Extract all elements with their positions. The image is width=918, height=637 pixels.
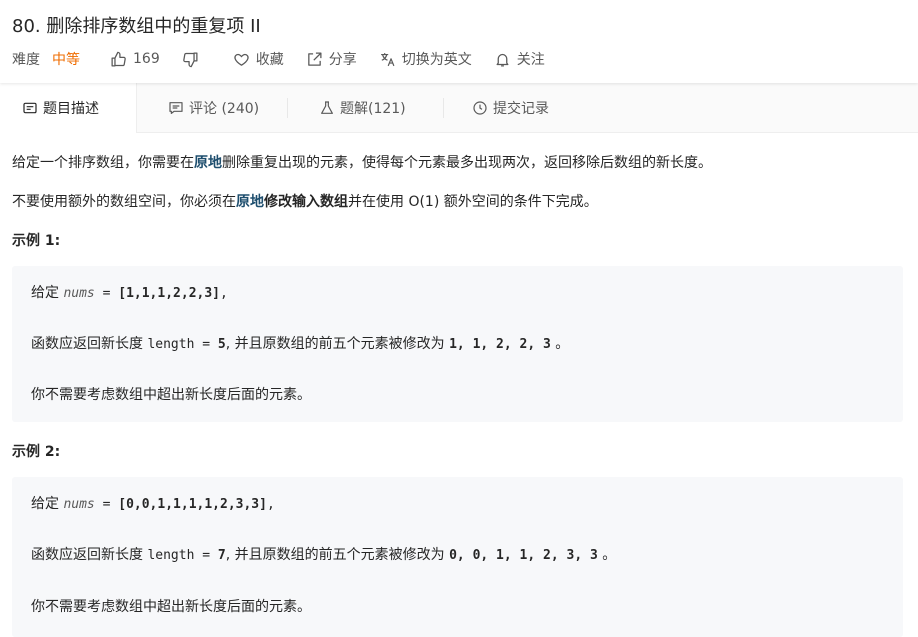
bold-modify-input: 修改输入数组 xyxy=(264,194,348,210)
text: = xyxy=(194,337,218,352)
tab-description-label: 题目描述 xyxy=(43,101,99,117)
modified-values: 0, 0, 1, 1, 2, 3, 3 xyxy=(449,548,598,563)
tab-submissions-label: 提交记录 xyxy=(493,100,549,117)
follow-label: 关注 xyxy=(516,52,545,68)
text: 不要使用额外的数组空间，你必须在 xyxy=(12,194,236,210)
like-count: 169 xyxy=(133,51,160,67)
length-value: 7 xyxy=(217,548,226,563)
text: 。 xyxy=(550,336,570,352)
example-2-line-note: 你不需要考虑数组中超出新长度后面的元素。 xyxy=(31,599,311,615)
example-1-title: 示例 1: xyxy=(12,233,61,249)
text: 删除重复出现的元素，使得每个元素最多出现两次，返回移除后数组的新长度。 xyxy=(222,155,712,171)
share-button[interactable]: 分享 xyxy=(306,49,357,69)
follow-button[interactable]: 关注 xyxy=(494,49,545,69)
example-1-code-block: 给定 nums = [1,1,1,2,2,3], 函数应返回新长度 length… xyxy=(12,266,903,422)
share-icon xyxy=(307,51,322,66)
heart-icon xyxy=(234,53,249,66)
text: 给定 xyxy=(31,285,64,301)
example-2-line-input: 给定 nums = [0,0,1,1,1,1,2,3,3], xyxy=(31,493,275,513)
variable-nums: nums xyxy=(63,497,95,512)
input-array: [0,0,1,1,1,1,2,3,3] xyxy=(118,497,267,512)
comment-icon xyxy=(169,101,183,114)
text: , 并且原数组的前五个元素被修改为 xyxy=(225,336,450,352)
example-1-line-input: 给定 nums = [1,1,1,2,2,3], xyxy=(31,282,228,302)
text: = xyxy=(94,497,119,512)
description-paragraph-1: 给定一个排序数组，你需要在原地删除重复出现的元素，使得每个元素最多出现两次，返回… xyxy=(12,152,712,172)
share-label: 分享 xyxy=(328,52,357,68)
difficulty-value: 中等 xyxy=(52,52,80,68)
tab-divider xyxy=(287,98,288,118)
example-2-line-output: 函数应返回新长度 length = 7, 并且原数组的前五个元素被修改为 0, … xyxy=(31,544,616,564)
problem-title: 80. 删除排序数组中的重复项 II xyxy=(12,16,261,37)
description-icon xyxy=(23,102,37,114)
highlight-in-place: 原地 xyxy=(194,155,222,171)
text: 。 xyxy=(597,547,617,563)
length-value: 5 xyxy=(217,337,226,352)
input-array: [1,1,1,2,2,3] xyxy=(118,286,220,301)
problem-tabs: 题目描述 评论 (240) 题解(121) 提交记录 xyxy=(0,83,918,133)
text: , xyxy=(266,497,275,512)
tab-comments-label: 评论 (240) xyxy=(189,100,260,117)
modified-values: 1, 1, 2, 2, 3 xyxy=(449,337,551,352)
example-2-code-block: 给定 nums = [0,0,1,1,1,1,2,3,3], 函数应返回新长度 … xyxy=(12,477,903,637)
tab-solutions-label: 题解(121) xyxy=(340,100,406,117)
variable-nums: nums xyxy=(63,286,95,301)
tab-submissions[interactable]: 提交记录 xyxy=(460,83,561,132)
translate-icon xyxy=(380,52,395,66)
problem-header: 80. 删除排序数组中的重复项 II 难度 中等 169 收藏 分享 切换为英文… xyxy=(0,0,918,83)
description-paragraph-2: 不要使用额外的数组空间，你必须在原地修改输入数组并在使用 O(1) 额外空间的条… xyxy=(12,191,598,211)
example-2-title: 示例 2: xyxy=(12,444,61,460)
difficulty-label: 难度 xyxy=(12,52,40,68)
like-button[interactable]: 169 xyxy=(110,51,160,68)
text: = xyxy=(194,548,218,563)
tab-divider xyxy=(443,98,444,118)
text: 函数应返回新长度 xyxy=(31,547,148,563)
text: 给定一个排序数组，你需要在 xyxy=(12,155,194,171)
switch-language-label: 切换为英文 xyxy=(401,52,472,68)
tab-description[interactable]: 题目描述 xyxy=(0,83,137,133)
text: 给定 xyxy=(31,496,64,512)
variable-length: length xyxy=(147,548,195,563)
example-1-line-output: 函数应返回新长度 length = 5, 并且原数组的前五个元素被修改为 1, … xyxy=(31,333,569,353)
highlight-in-place: 原地 xyxy=(236,194,264,210)
switch-language-button[interactable]: 切换为英文 xyxy=(379,49,472,69)
text: 函数应返回新长度 xyxy=(31,336,148,352)
example-1-line-note: 你不需要考虑数组中超出新长度后面的元素。 xyxy=(31,387,311,403)
flask-icon xyxy=(321,100,333,114)
thumbs-down-icon xyxy=(182,51,198,67)
text: 并在使用 O(1) 额外空间的条件下完成。 xyxy=(348,194,598,210)
clock-icon xyxy=(473,100,487,115)
favorite-button[interactable]: 收藏 xyxy=(233,49,284,69)
bell-icon xyxy=(496,53,509,67)
dislike-button[interactable] xyxy=(182,51,199,68)
favorite-label: 收藏 xyxy=(255,52,284,68)
text: = xyxy=(94,286,119,301)
tab-comments[interactable]: 评论 (240) xyxy=(156,83,271,132)
text: , xyxy=(220,286,228,301)
problem-meta-bar: 难度 中等 169 收藏 分享 切换为英文 关注 xyxy=(12,48,567,70)
variable-length: length xyxy=(147,337,195,352)
text: , 并且原数组的前五个元素被修改为 xyxy=(225,547,450,563)
tab-solutions[interactable]: 题解(121) xyxy=(307,83,418,132)
thumbs-up-icon xyxy=(111,51,126,67)
